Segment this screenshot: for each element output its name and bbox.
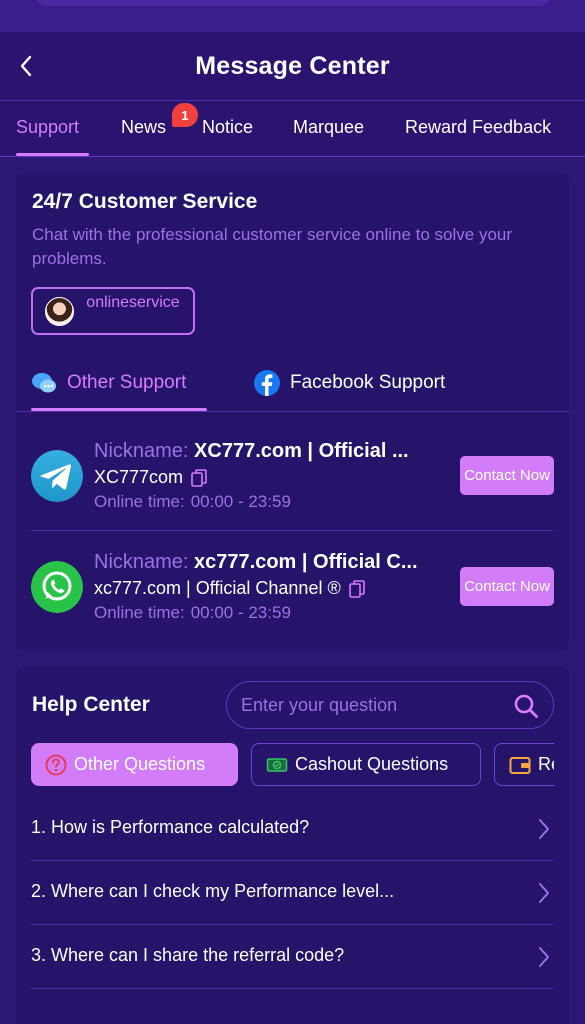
faq-item[interactable]: 1. How is Performance calculated? xyxy=(31,797,553,861)
facebook-icon xyxy=(254,370,280,396)
help-center-card: Help Center Other Questions Cashout Ques… xyxy=(16,666,569,1024)
chip-cashout-questions[interactable]: Cashout Questions xyxy=(251,743,481,786)
search-input[interactable] xyxy=(241,692,501,718)
online-service-label: onlineservice xyxy=(86,294,180,311)
chip-other-questions[interactable]: Other Questions xyxy=(31,743,238,786)
contact-nickname: Nickname: XC777.com | Official ... xyxy=(94,440,409,462)
contact-id: xc777.com | Official Channel ® xyxy=(94,578,365,599)
chip-label: Re xyxy=(538,754,554,774)
contact-now-button[interactable]: Contact Now xyxy=(460,567,554,606)
chat-bubbles-icon xyxy=(32,373,56,393)
contact-nickname: Nickname: xc777.com | Official C... xyxy=(94,551,418,573)
faq-item[interactable]: 3. Where can I share the referral code? xyxy=(31,925,553,989)
faq-question: 2. Where can I check my Performance leve… xyxy=(31,881,395,901)
contact-online-time: Online time: 00:00 - 23:59 xyxy=(94,603,291,622)
contact-id: XC777com xyxy=(94,467,207,488)
tab-other-support[interactable]: Other Support xyxy=(31,370,186,396)
wallet-icon xyxy=(509,756,531,774)
online-service-button[interactable]: onlineservice xyxy=(31,287,195,335)
tab-marquee[interactable]: Marquee xyxy=(293,117,364,138)
tab-bar: Support News Notice Marquee Reward Feedb… xyxy=(0,100,585,157)
search-icon[interactable] xyxy=(513,693,539,719)
copy-icon[interactable] xyxy=(191,468,207,487)
active-tab-indicator xyxy=(16,153,89,156)
back-button[interactable] xyxy=(14,52,38,80)
customer-service-title: 24/7 Customer Service xyxy=(32,190,258,213)
tab-facebook-support[interactable]: Facebook Support xyxy=(254,370,445,396)
chip-partial[interactable]: Re xyxy=(494,743,554,786)
search-box xyxy=(226,681,554,729)
tab-reward-feedback[interactable]: Reward Feedback xyxy=(405,117,551,138)
faq-question: 3. Where can I share the referral code? xyxy=(31,945,345,965)
question-circle-icon xyxy=(45,754,67,775)
contact-row-whatsapp: Nickname: xc777.com | Official C... xc77… xyxy=(31,546,554,646)
page-title: Message Center xyxy=(195,51,390,80)
contact-now-button[interactable]: Contact Now xyxy=(460,456,554,495)
tab-notice[interactable]: Notice xyxy=(202,117,253,138)
news-badge: 1 xyxy=(172,103,198,127)
chevron-left-icon xyxy=(20,55,32,77)
avatar xyxy=(45,297,74,326)
question-category-chips: Other Questions Cashout Questions Re xyxy=(31,743,554,787)
chevron-right-icon xyxy=(539,883,549,903)
facebook-support-label: Facebook Support xyxy=(290,372,446,393)
chevron-right-icon xyxy=(539,819,549,839)
tab-support[interactable]: Support xyxy=(16,117,79,138)
faq-item[interactable]: 2. Where can I check my Performance leve… xyxy=(31,861,553,925)
telegram-icon xyxy=(31,450,83,502)
chip-label: Other Questions xyxy=(74,754,206,774)
contact-row-telegram: Nickname: XC777.com | Official ... XC777… xyxy=(31,435,554,535)
help-center-title: Help Center xyxy=(32,693,150,716)
copy-icon[interactable] xyxy=(348,579,365,598)
divider xyxy=(16,411,569,412)
faq-question: 1. How is Performance calculated? xyxy=(31,817,310,837)
status-strip xyxy=(0,0,585,32)
header: Message Center xyxy=(0,32,585,100)
cash-icon xyxy=(266,757,288,772)
divider xyxy=(31,530,553,531)
customer-service-description: Chat with the professional customer serv… xyxy=(32,225,513,268)
whatsapp-icon xyxy=(31,561,83,613)
tab-news[interactable]: News xyxy=(121,117,166,138)
customer-service-card: 24/7 Customer Service Chat with the prof… xyxy=(16,173,569,651)
top-pill xyxy=(34,0,552,6)
contact-online-time: Online time: 00:00 - 23:59 xyxy=(94,492,291,511)
chevron-right-icon xyxy=(539,947,549,967)
chip-label: Cashout Questions xyxy=(295,754,449,774)
other-support-label: Other Support xyxy=(67,372,187,393)
